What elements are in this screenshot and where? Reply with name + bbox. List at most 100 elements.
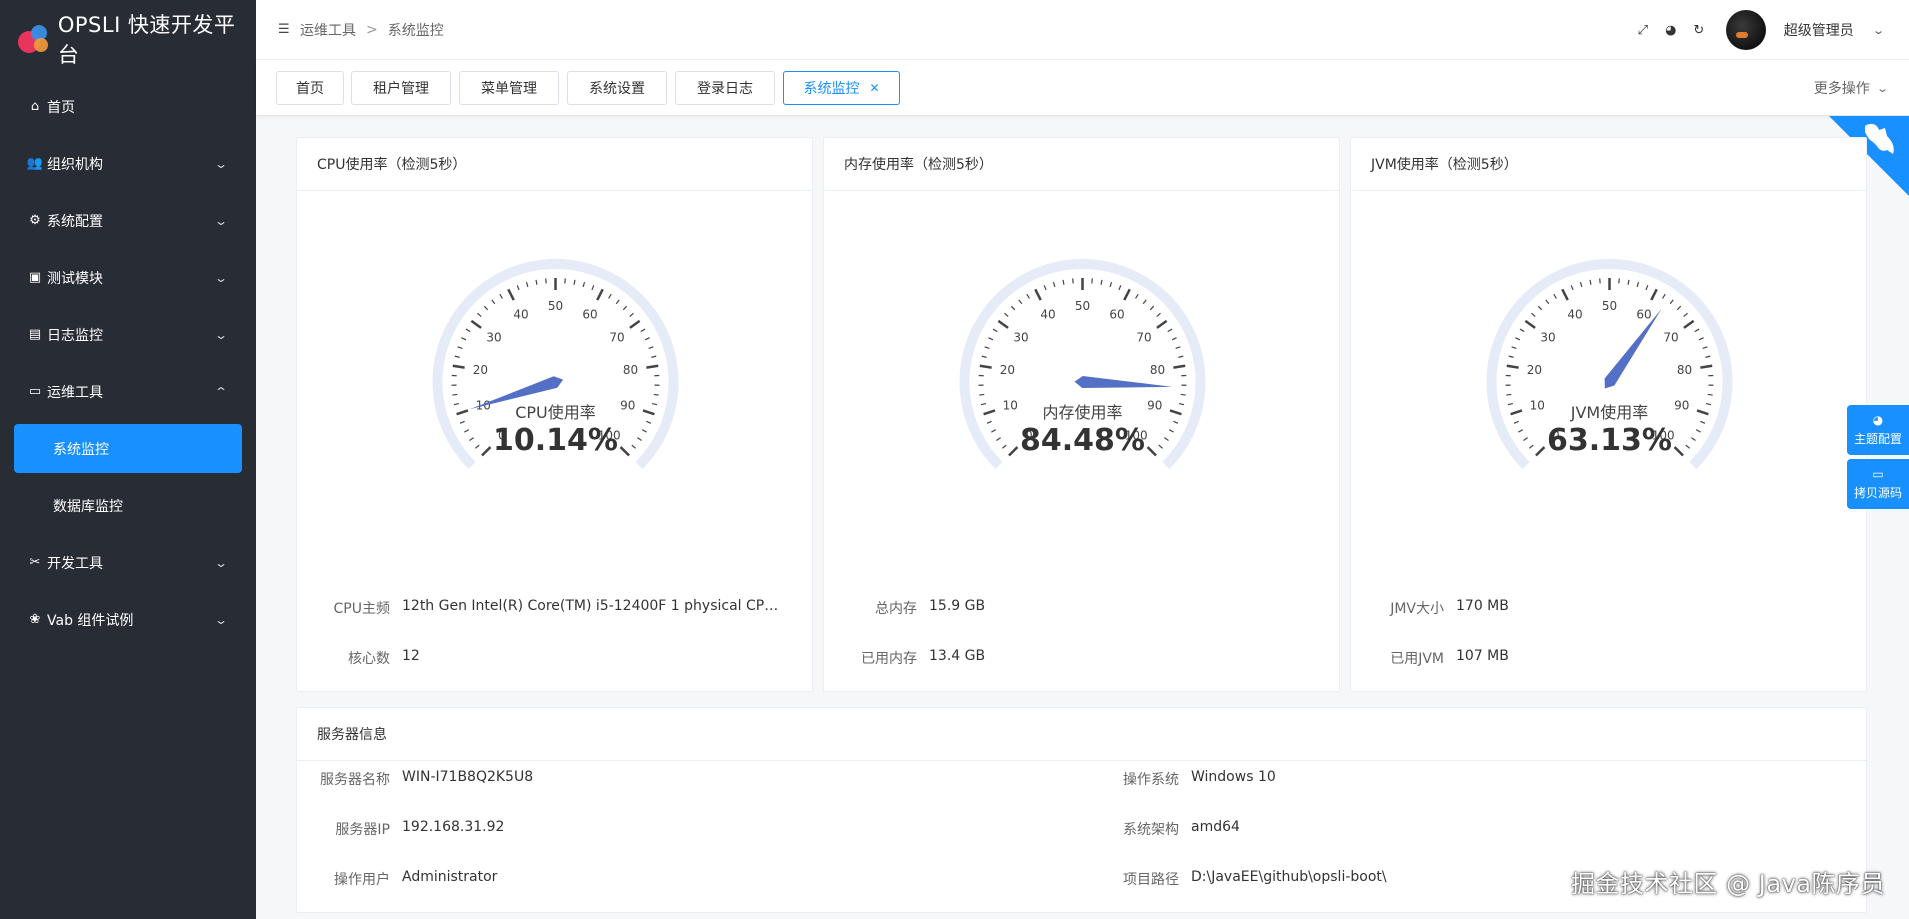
sidebar-item-label: Vab 组件试例	[47, 612, 134, 629]
gauge-pointer	[1604, 308, 1662, 389]
info-value: Administrator	[402, 869, 498, 885]
more-operations-label: 更多操作	[1813, 81, 1870, 97]
gauge-tick	[1627, 279, 1630, 285]
gauge-tick-label: 70	[1663, 330, 1678, 344]
info-value: 107 MB	[1456, 648, 1509, 664]
cpu-gauge: 0102030405060708090100CPU使用率10.14%	[432, 259, 679, 469]
gauge-tick-label: 60	[1109, 307, 1124, 321]
sidebar-item-6[interactable]: ✂ 开发工具 ⌄	[0, 534, 256, 591]
sidebar-item-0[interactable]: ⌂ 首页	[0, 78, 256, 135]
gauge-tick-label: 20	[473, 363, 488, 377]
card-title: 服务器信息	[297, 708, 1866, 761]
gauge-tick	[1158, 444, 1164, 449]
gauge-tick	[1524, 319, 1536, 329]
users-icon: 👥	[26, 156, 44, 171]
gauge-tick	[646, 364, 659, 369]
float-button-label: 主题配置	[1853, 432, 1902, 446]
info-row: 项目路径 D:\JavaEE\github\opsli-boot\	[1086, 869, 1387, 889]
gauge-tick	[1561, 288, 1569, 301]
logo-icon	[18, 23, 50, 55]
home-icon: ⌂	[30, 99, 40, 114]
sidebar-subitem-0[interactable]: 系统监控	[14, 424, 242, 473]
gauge-tick	[1691, 437, 1696, 441]
gauge-tick	[481, 446, 492, 457]
gear-icon: ⚙	[29, 213, 41, 228]
chevron-down-icon[interactable]: ⌄	[1872, 24, 1885, 37]
gauge-tick	[1034, 288, 1042, 301]
tab-settings[interactable]: 系统设置	[567, 71, 667, 105]
breadcrumb-separator: >	[366, 21, 378, 38]
memory-gauge: 0102030405060708090100内存使用率84.48%	[959, 259, 1206, 469]
gauge-tick	[992, 328, 998, 333]
sidebar-subitem-1[interactable]: 数据库监控	[0, 477, 256, 534]
breadcrumb-item[interactable]: 运维工具	[300, 20, 356, 40]
gauge-tick	[1146, 446, 1157, 457]
gauge-tick	[1513, 420, 1519, 424]
gauge-tick	[1523, 437, 1528, 441]
tab-menu[interactable]: 菜单管理	[459, 71, 559, 105]
breadcrumb: 运维工具 > 系统监控	[300, 20, 444, 40]
gauge-tick	[997, 319, 1009, 329]
gauge-name: CPU使用率	[515, 403, 596, 422]
refresh-icon[interactable]: ↻	[1692, 23, 1706, 38]
sidebar-item-3[interactable]: ▣ 测试模块 ⌄	[0, 249, 256, 306]
gauge-tick	[452, 393, 458, 396]
gauge-tick	[641, 429, 647, 433]
sidebar-item-1[interactable]: 👥 组织机构 ⌄	[0, 135, 256, 192]
copy-source-button[interactable]: ▭ 拷贝源码	[1847, 459, 1909, 509]
sidebar-item-5[interactable]: ▭ 运维工具 ⌃	[0, 363, 256, 420]
gauge-name: JVM使用率	[1570, 403, 1648, 422]
sidebar-item-4[interactable]: ▤ 日志监控 ⌄	[0, 306, 256, 363]
theme-config-button[interactable]: ◕ 主题配置	[1847, 405, 1909, 455]
info-row: 总内存 15.9 GB	[824, 598, 1339, 618]
tab-tenant[interactable]: 租户管理	[351, 71, 451, 105]
gauge-tick	[1010, 305, 1016, 311]
laptop-icon: ▭	[1872, 467, 1884, 481]
gauge-value: 10.14%	[493, 423, 618, 458]
gauge-tick-label: 30	[1540, 330, 1555, 344]
gauge-tick	[1698, 337, 1704, 341]
gauge-tick	[1511, 346, 1517, 350]
more-operations-dropdown[interactable]: 更多操作 ⌄	[1813, 60, 1889, 116]
gauge-tick-label: 20	[1527, 363, 1542, 377]
tab-login-log[interactable]: 登录日志	[675, 71, 775, 105]
sidebar-item-label: 首页	[47, 99, 75, 116]
gauge-tick	[629, 319, 641, 329]
gauge-tick-label: 30	[1013, 330, 1028, 344]
close-icon[interactable]: ✕	[869, 81, 879, 95]
palette-icon[interactable]: ◕	[1664, 23, 1678, 38]
sidebar-item-2[interactable]: ⚙ 系统配置 ⌄	[0, 192, 256, 249]
gauge-tick	[637, 437, 642, 441]
menu-fold-icon[interactable]: ☰	[278, 22, 290, 37]
info-label: 操作用户	[334, 872, 390, 888]
sidebar-item-7[interactable]: ❀ Vab 组件试例 ⌄	[0, 591, 256, 648]
gauge-tick	[1683, 319, 1695, 329]
gauge-tick	[1508, 355, 1514, 358]
gauge-tick-label: 80	[623, 363, 638, 377]
gauge-pointer	[1074, 376, 1173, 388]
info-label: 核心数	[348, 651, 390, 667]
info-value: 170 MB	[1456, 598, 1509, 614]
gauge-tick-label: 90	[620, 398, 635, 412]
gauge-tick-label: 10	[1003, 398, 1018, 412]
app-logo[interactable]: OPSLI 快速开发平台	[0, 0, 256, 78]
gauge-tick	[608, 293, 612, 299]
gauge-tick	[1705, 403, 1712, 406]
gauge-tick	[535, 279, 538, 285]
fullscreen-icon[interactable]: ⤢	[1636, 23, 1650, 38]
tab-system-monitor[interactable]: 系统监控 ✕	[783, 71, 900, 105]
sidebar: OPSLI 快速开发平台 ⌂ 首页 👥 组织机构 ⌄ ⚙ 系统配置 ⌄ ▣ 测试模块 ⌄ ▤ 日志监控 ⌄…	[0, 0, 256, 919]
gauge-name: 内存使用率	[1042, 403, 1122, 422]
tab-home[interactable]: 首页	[276, 71, 344, 105]
gauge-tick	[1178, 403, 1185, 406]
avatar[interactable]	[1725, 10, 1766, 50]
gauge-tick	[1685, 444, 1691, 449]
info-row: 服务器名称 WIN-I71B8Q2K5U8	[297, 769, 533, 789]
card-title: CPU使用率（检测5秒）	[297, 138, 812, 191]
info-row: 已用内存 13.4 GB	[824, 648, 1339, 668]
gauge-tick	[1636, 281, 1640, 288]
gauge-tick	[1164, 437, 1169, 441]
gauge-tick	[465, 328, 471, 333]
gauge-tick	[1173, 420, 1179, 424]
username[interactable]: 超级管理员	[1784, 20, 1854, 40]
